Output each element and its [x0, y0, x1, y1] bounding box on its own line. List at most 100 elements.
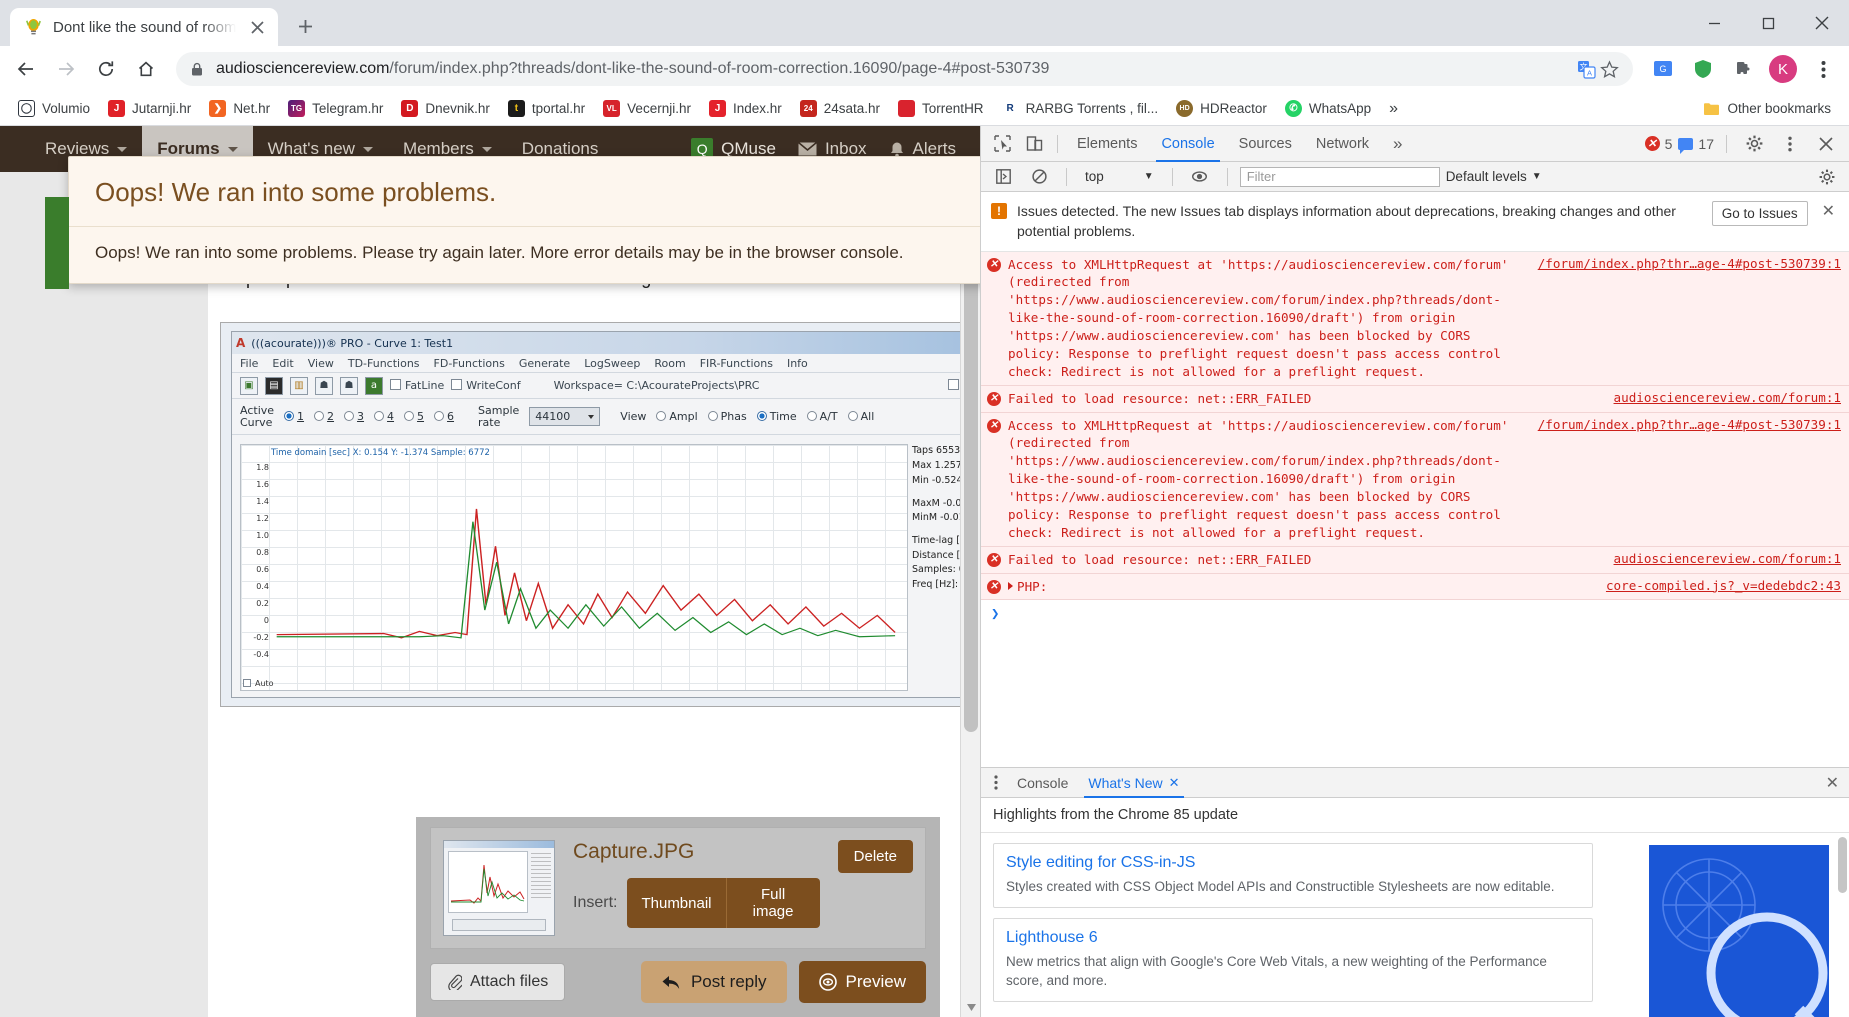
bookmark-item[interactable]: ❯ Net.hr: [201, 97, 278, 120]
tab-network[interactable]: Network: [1305, 126, 1380, 162]
whats-new-card[interactable]: Style editing for CSS-in-JS Styles creat…: [993, 843, 1593, 908]
bookmark-item[interactable]: VL Vecernji.hr: [595, 97, 699, 120]
console-error-message-php[interactable]: ✕ PHP: core-compiled.js?_v=dedebdc2:43: [981, 573, 1849, 601]
writeconf-checkbox[interactable]: WriteConf: [451, 379, 521, 392]
open-icon[interactable]: ▣: [240, 376, 258, 395]
browser-tab[interactable]: Dont like the sound of room cor: [10, 8, 278, 46]
log-levels-select[interactable]: Default levels ▼: [1446, 169, 1542, 184]
bookmarks-overflow-button[interactable]: »: [1381, 97, 1406, 121]
close-window-button[interactable]: [1795, 0, 1849, 46]
post-reply-button[interactable]: Post reply: [640, 961, 787, 1003]
close-icon[interactable]: ✕: [1169, 775, 1180, 791]
bookmark-item[interactable]: t tportal.hr: [500, 97, 593, 120]
execution-context-select[interactable]: top ▼: [1079, 169, 1160, 184]
close-icon[interactable]: ✕: [1818, 201, 1839, 221]
save-icon[interactable]: ▤: [265, 376, 283, 395]
curve-radio-3[interactable]: 3: [344, 410, 364, 423]
console-error-message[interactable]: ✕ Failed to load resource: net::ERR_FAIL…: [981, 546, 1849, 574]
device-toolbar-icon[interactable]: [1019, 129, 1049, 159]
filter-input[interactable]: Filter: [1239, 166, 1440, 187]
console-error-message[interactable]: ✕ Failed to load resource: net::ERR_FAIL…: [981, 385, 1849, 413]
three-dot-menu[interactable]: [1805, 51, 1841, 87]
menu-logsweep[interactable]: LogSweep: [584, 357, 640, 370]
insert-thumbnail-button[interactable]: Thumbnail: [627, 878, 727, 928]
person-b-icon[interactable]: ☗: [340, 376, 358, 395]
attachment-thumbnail[interactable]: [443, 840, 555, 936]
card-title[interactable]: Style editing for CSS-in-JS: [1006, 854, 1580, 872]
expand-triangle-icon[interactable]: [1008, 581, 1013, 590]
back-arrow-icon[interactable]: [8, 51, 44, 87]
avatar[interactable]: K: [1765, 51, 1801, 87]
scrollbar-thumb[interactable]: [964, 252, 978, 732]
bookmark-item[interactable]: TorrentHR: [890, 97, 992, 120]
close-icon[interactable]: [246, 16, 268, 38]
bookmark-item[interactable]: HD HDReactor: [1168, 97, 1275, 120]
star-icon[interactable]: [1600, 59, 1619, 79]
drawer-tab-console[interactable]: Console: [1007, 768, 1078, 798]
sample-rate-select[interactable]: 44100: [529, 407, 601, 427]
view-radio-all[interactable]: All: [847, 410, 874, 423]
attach-files-button[interactable]: Attach files: [430, 963, 566, 1001]
bookmark-item[interactable]: 24 24sata.hr: [792, 97, 888, 120]
console-sidebar-icon[interactable]: [988, 162, 1018, 192]
go-to-issues-button[interactable]: Go to Issues: [1711, 201, 1808, 226]
tabs-overflow-button[interactable]: »: [1382, 126, 1413, 162]
bookmark-item[interactable]: D Dnevnik.hr: [393, 97, 498, 120]
curve-radio-5[interactable]: 5: [404, 410, 424, 423]
translate-icon[interactable]: 文A: [1577, 60, 1596, 79]
console-error-message[interactable]: ✕ Access to XMLHttpRequest at 'https://a…: [981, 412, 1849, 547]
console-error-message[interactable]: ✕ Access to XMLHttpRequest at 'https://a…: [981, 251, 1849, 386]
console-message-source[interactable]: audiosciencereview.com/forum:1: [1614, 390, 1841, 405]
menu-room[interactable]: Room: [654, 357, 685, 370]
delete-attachment-button[interactable]: Delete: [837, 840, 913, 873]
whats-new-scrollbar[interactable]: [1838, 837, 1847, 1013]
menu-td-functions[interactable]: TD-Functions: [348, 357, 420, 370]
scroll-down-arrow[interactable]: [961, 997, 980, 1017]
gear-icon[interactable]: [1739, 129, 1769, 159]
tab-console[interactable]: Console: [1150, 126, 1225, 162]
drawer-tab-whats-new[interactable]: What's New ✕: [1078, 768, 1189, 798]
more-tools-icon[interactable]: [985, 772, 1007, 794]
extension-translate-icon[interactable]: G: [1645, 51, 1681, 87]
preview-button[interactable]: Preview: [798, 961, 926, 1003]
forward-arrow-icon[interactable]: [48, 51, 84, 87]
scrollbar-thumb[interactable]: [1838, 837, 1847, 893]
console-messages-area[interactable]: ! Issues detected. The new Issues tab di…: [981, 192, 1849, 767]
curve-radio-2[interactable]: 2: [314, 410, 334, 423]
plot-auto-checkbox[interactable]: Auto: [243, 679, 274, 688]
home-icon[interactable]: [128, 51, 164, 87]
close-icon[interactable]: [1811, 129, 1841, 159]
error-count-badge[interactable]: ✕ 5: [1644, 136, 1672, 152]
menu-edit[interactable]: Edit: [272, 357, 293, 370]
view-radio-time[interactable]: Time: [756, 410, 797, 423]
console-message-source[interactable]: /forum/index.php?thr…age-4#post-530739:1: [1538, 417, 1841, 432]
bookmark-item[interactable]: J Index.hr: [701, 97, 790, 120]
bookmark-item[interactable]: TG Telegram.hr: [280, 97, 391, 120]
menu-info[interactable]: Info: [787, 357, 808, 370]
console-prompt[interactable]: ❯: [981, 600, 1849, 628]
person-a-icon[interactable]: ☗: [315, 376, 333, 395]
maximize-button[interactable]: [1741, 0, 1795, 46]
fatline-checkbox[interactable]: FatLine: [390, 379, 444, 392]
bookmark-item[interactable]: ◯ Volumio: [10, 97, 98, 120]
menu-generate[interactable]: Generate: [519, 357, 570, 370]
tab-elements[interactable]: Elements: [1066, 126, 1148, 162]
console-message-source[interactable]: audiosciencereview.com/forum:1: [1614, 551, 1841, 566]
inspect-cursor-icon[interactable]: [987, 129, 1017, 159]
calibrate-icon[interactable]: a: [365, 376, 383, 395]
extensions-puzzle-icon[interactable]: [1725, 51, 1761, 87]
close-drawer-icon[interactable]: ✕: [1826, 773, 1849, 793]
view-radio-phas[interactable]: Phas: [707, 410, 747, 423]
console-message-source[interactable]: /forum/index.php?thr…age-4#post-530739:1: [1538, 256, 1841, 271]
insert-full-image-button[interactable]: Full image: [726, 878, 820, 928]
reload-icon[interactable]: [88, 51, 124, 87]
menu-fir-functions[interactable]: FIR-Functions: [700, 357, 773, 370]
curve-radio-1[interactable]: 1: [284, 410, 304, 423]
bookmark-item[interactable]: R RARBG Torrents , fil...: [994, 97, 1167, 120]
minimize-button[interactable]: [1687, 0, 1741, 46]
menu-view[interactable]: View: [308, 357, 334, 370]
tab-sources[interactable]: Sources: [1228, 126, 1303, 162]
bookmark-item[interactable]: J Jutarnji.hr: [100, 97, 199, 120]
extension-shield-icon[interactable]: [1685, 51, 1721, 87]
menu-fd-functions[interactable]: FD-Functions: [434, 357, 505, 370]
